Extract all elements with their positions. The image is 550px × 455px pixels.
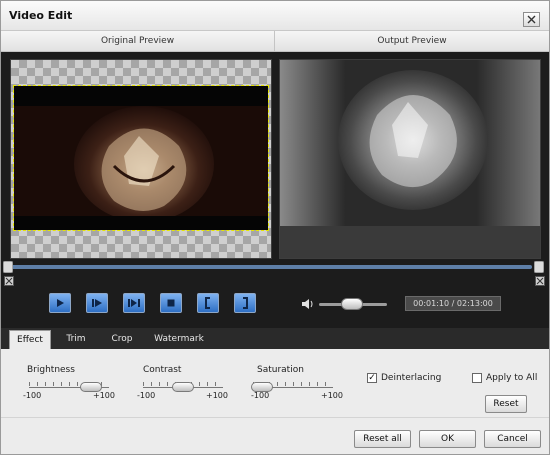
mark-in-icon [205,297,210,309]
contrast-min: -100 [137,391,156,400]
brightness-label: Brightness [27,365,75,375]
deinterlacing-checkbox[interactable]: ✓ [367,373,377,383]
window-title: Video Edit [9,9,73,22]
close-button[interactable] [523,12,540,27]
output-preview-label: Output Preview [377,36,447,46]
end-marker-icon[interactable] [535,276,545,286]
tab-trim[interactable]: Trim [59,330,93,349]
start-marker-icon[interactable] [4,276,14,286]
mark-out-button[interactable] [234,293,256,313]
stop-button[interactable] [160,293,182,313]
saturation-max: +100 [321,391,343,400]
tab-strip: Effect Trim Crop Watermark [1,328,549,349]
contrast-knob[interactable] [172,382,194,392]
next-frame-button[interactable] [123,293,145,313]
ok-button[interactable]: OK [419,430,476,448]
reset-button[interactable]: Reset [485,395,527,413]
cancel-button[interactable]: Cancel [484,430,541,448]
brightness-min: -100 [23,391,42,400]
reset-all-button[interactable]: Reset all [354,430,411,448]
apply-to-all-label: Apply to All [486,373,538,383]
contrast-max: +100 [206,391,228,400]
timeline-end-handle[interactable] [534,261,544,273]
volume-slider-knob[interactable] [341,298,363,310]
effect-panel: Brightness -100 +100 Contrast -100 +100 … [1,349,549,417]
step-play-icon [92,299,102,307]
preview-header: Original Preview Output Preview [1,31,549,52]
output-video-frame [280,60,540,226]
time-display: 00:01:10 / 02:13:00 [405,296,501,311]
timeline-start-handle[interactable] [3,261,13,273]
saturation-label: Saturation [257,365,304,375]
title-bar: Video Edit [1,1,549,31]
play-button[interactable] [49,293,71,313]
original-video-frame [14,106,268,216]
frame-step-icon [128,299,140,307]
saturation-min: -100 [251,391,270,400]
crop-frame[interactable] [13,85,269,231]
footer: Reset all OK Cancel [1,417,549,454]
tab-effect[interactable]: Effect [9,330,51,349]
tab-crop[interactable]: Crop [105,330,139,349]
play-icon [57,299,64,307]
original-preview-pane [10,59,272,259]
contrast-label: Contrast [143,365,182,375]
original-preview-label: Original Preview [1,31,275,52]
tab-watermark[interactable]: Watermark [149,330,209,349]
preview-area: 00:01:10 / 02:13:00 [1,52,549,328]
video-edit-window: Video Edit Original Preview Output Previ… [0,0,550,455]
stop-icon [167,299,175,307]
timeline-track[interactable] [8,265,532,269]
mark-out-icon [243,297,248,309]
step-play-button[interactable] [86,293,108,313]
mark-in-button[interactable] [197,293,219,313]
brightness-max: +100 [93,391,115,400]
close-icon [527,15,536,24]
volume-icon[interactable] [301,298,315,310]
output-preview-pane [279,59,541,259]
deinterlacing-label: Deinterlacing [381,373,442,383]
apply-to-all-checkbox[interactable] [472,373,482,383]
